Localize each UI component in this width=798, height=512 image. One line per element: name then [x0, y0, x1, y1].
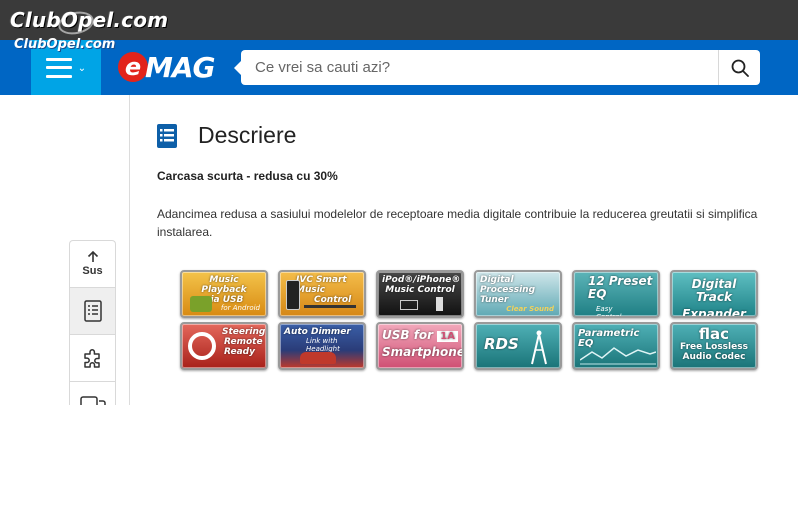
badge-text: USB for: [382, 328, 434, 342]
hamburger-icon: [45, 57, 72, 78]
ipod-icon: [400, 300, 418, 310]
badge-text: Auto Dimmer: [284, 327, 351, 337]
badge-rds: RDS: [474, 322, 562, 370]
badge-digital-tuner: Digital Processing Tuner Clear Sound: [474, 270, 562, 318]
search-icon: [731, 59, 749, 77]
side-tab-specifications[interactable]: [70, 335, 115, 382]
puzzle-icon: [83, 349, 100, 368]
eq-curve-icon: [580, 347, 656, 365]
iphone-icon: [436, 297, 443, 311]
badge-text: Digital Track: [691, 277, 737, 304]
android-phone-icon: [190, 296, 212, 312]
feature-badges: Music Playback via USB for Android JVC S…: [180, 270, 765, 370]
badge-auto-dimmer: Auto Dimmer Link with Headlight: [278, 322, 366, 370]
badge-jvc-smart-music: JVC Smart Music Control: [278, 270, 366, 318]
badge-steering-remote: Steering Remote Ready: [180, 322, 268, 370]
badge-text: Audio Codec: [682, 352, 746, 362]
watermark-logo-small: ClubOpel.com: [14, 37, 116, 52]
side-tab-description[interactable]: [70, 288, 115, 335]
content-divider: [129, 95, 130, 405]
product-description: Adancimea redusa a sasiului modelelor de…: [157, 207, 758, 239]
badge-flac: flac Free Lossless Audio Codec: [670, 322, 758, 370]
badge-text: Music Control: [385, 285, 455, 295]
logo-letter: e: [118, 52, 148, 82]
chat-icon: [79, 396, 106, 405]
badge-text: flac: [698, 325, 730, 343]
side-nav: Sus: [69, 240, 116, 405]
side-tab-reviews[interactable]: [70, 382, 115, 405]
badge-sub: Clear Sound: [506, 305, 554, 313]
badge-text: Free Lossless: [680, 342, 748, 352]
badge-text: RDS: [484, 335, 519, 353]
badge-preset-eq: 12 Preset EQ Easy Control, Great Sound: [572, 270, 660, 318]
badge-sub: Easy Control, Great Sound: [596, 305, 624, 318]
car-icon: [300, 352, 336, 364]
chevron-down-icon: ⌄: [77, 63, 87, 74]
steering-wheel-icon: [188, 332, 216, 360]
badge-text: USB for 1A: [382, 329, 458, 343]
product-subtitle: Carcasa scurta - redusa cu 30%: [157, 169, 338, 183]
badge-usb-smartphone: USB for 1A Smartphone: [376, 322, 464, 370]
badge-music-playback: Music Playback via USB for Android: [180, 270, 268, 318]
description-icon: [157, 124, 177, 148]
badge-sub: for Android: [220, 304, 260, 312]
badge-text: Digital: [480, 275, 514, 285]
badge-tag: 1A: [437, 331, 458, 342]
badge-ipod-iphone: iPod®/iPhone® Music Control: [376, 270, 464, 318]
antenna-icon: [531, 330, 547, 365]
badge-text: Tuner: [480, 295, 509, 305]
scroll-top-label: Sus: [82, 265, 103, 277]
badge-digital-track-expander: Digital Track Expander: [670, 270, 758, 318]
emag-logo[interactable]: e MAG: [118, 50, 216, 84]
search-bar: [241, 50, 760, 85]
arrow-up-icon: [87, 251, 98, 262]
badge-text: Expander: [682, 307, 746, 318]
logo-text: MAG: [145, 50, 216, 84]
badge-sub: Link with Headlight: [306, 337, 340, 353]
document-icon: [83, 300, 102, 322]
section-title: Descriere: [198, 122, 297, 148]
scroll-top-button[interactable]: Sus: [70, 241, 115, 288]
search-button[interactable]: [718, 50, 760, 85]
badge-text: Music Playback: [201, 275, 247, 295]
search-input[interactable]: [241, 50, 718, 85]
badge-text: iPod®/iPhone®: [382, 275, 461, 285]
badge-text: Processing: [480, 285, 536, 295]
usb-cable-icon: [304, 305, 356, 308]
smartphone-icon: [286, 280, 300, 310]
badge-text: 12 Preset EQ: [588, 274, 653, 301]
badge-text: Smartphone: [382, 345, 464, 359]
badge-parametric-eq: Parametric EQ: [572, 322, 660, 370]
